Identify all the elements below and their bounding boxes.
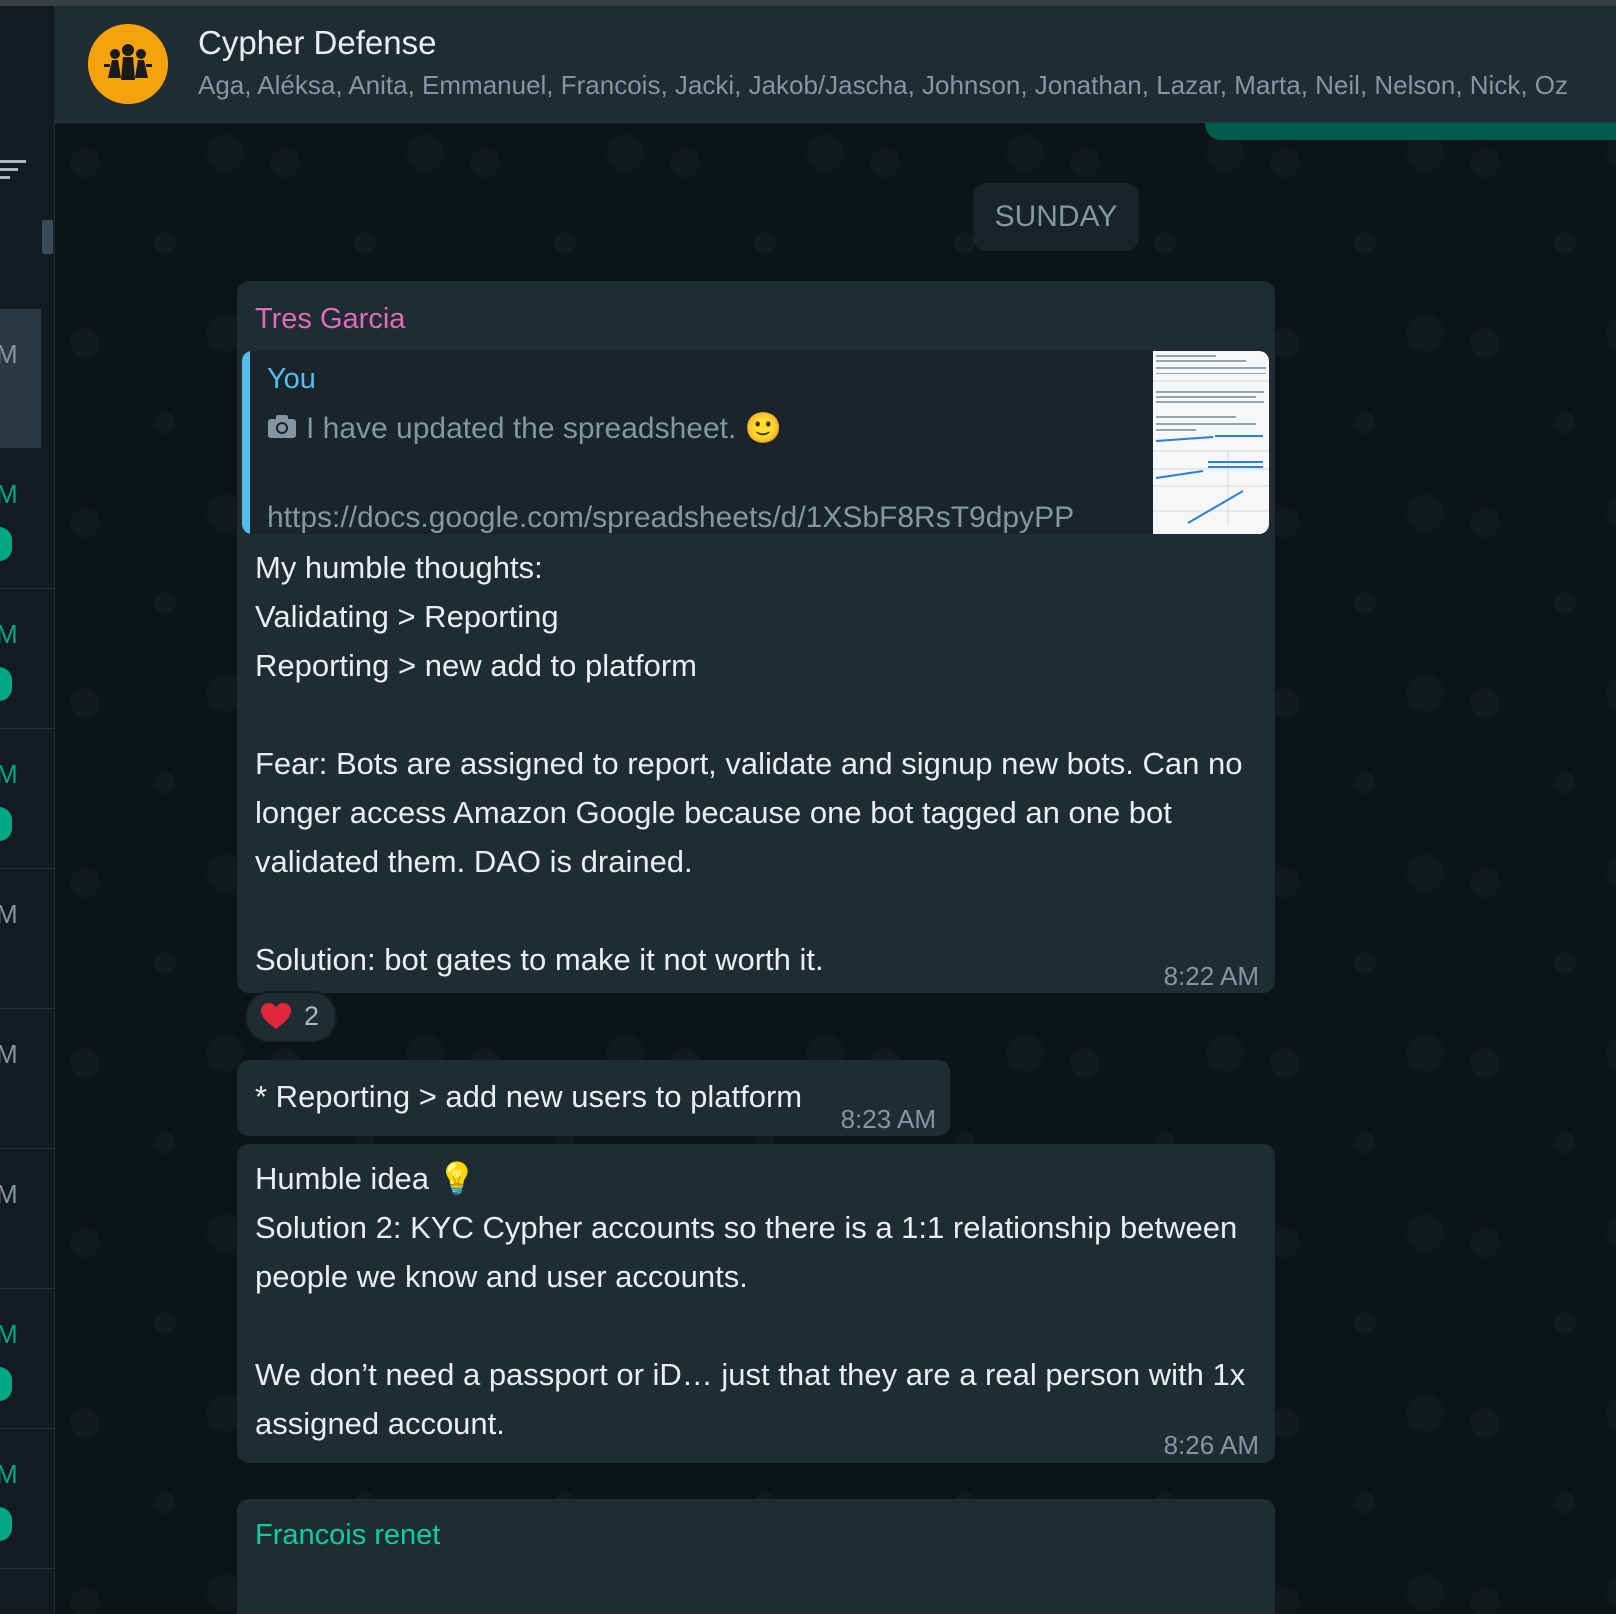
quote-author: You	[267, 363, 316, 395]
unread-badge	[0, 807, 12, 841]
message-text: Humble idea 💡 Solution 2: KYC Cypher acc…	[255, 1161, 1246, 1441]
camera-icon	[267, 413, 297, 444]
unread-badge	[0, 667, 12, 701]
reaction-count: 2	[304, 1001, 320, 1031]
unread-badge	[0, 1507, 12, 1541]
chat-list-time: M	[0, 339, 18, 370]
chat-list-item[interactable]: M	[0, 1149, 54, 1289]
quote-accent-bar	[242, 351, 250, 534]
message-time: 8:23 AM	[840, 1104, 936, 1134]
unread-badge	[0, 1367, 12, 1401]
chat-list-time: M	[0, 619, 18, 650]
chat-list-item[interactable]: M	[0, 729, 54, 869]
message-bubble[interactable]: Humble idea 💡 Solution 2: KYC Cypher acc…	[237, 1144, 1275, 1463]
chat-list-item[interactable]: M	[0, 1289, 54, 1429]
chat-header[interactable]: Cypher Defense Aga, Aléksa, Anita, Emman…	[54, 6, 1616, 123]
chat-list-item[interactable]: M	[0, 1429, 54, 1569]
heart-reaction-icon	[261, 1003, 291, 1035]
quote-text: I have updated the spreadsheet. 🙂	[306, 412, 783, 445]
message-text: * Reporting > add new users to platform	[255, 1079, 803, 1114]
group-avatar-icon[interactable]	[88, 24, 168, 104]
message-time: 8:22 AM	[1163, 961, 1259, 991]
group-name[interactable]: Cypher Defense	[198, 24, 436, 62]
message-bubble[interactable]: * Reporting > add new users to platform …	[237, 1060, 950, 1136]
message-bubble[interactable]: Tres Garcia You I have updated the sprea…	[237, 281, 1275, 993]
message-sender[interactable]: Tres Garcia	[255, 303, 405, 336]
chat-list-time: M	[0, 1039, 18, 1070]
chat-list-sidebar[interactable]: M M M M M M M M M	[0, 6, 55, 1614]
chat-list-item[interactable]: M	[0, 589, 54, 729]
date-separator: SUNDAY	[973, 183, 1139, 251]
chat-list-item[interactable]: M	[0, 449, 54, 589]
outgoing-message-bubble[interactable]	[1205, 123, 1616, 140]
message-sender[interactable]: Francois renet	[255, 1519, 440, 1552]
message-bubble[interactable]: Francois renet	[237, 1499, 1275, 1614]
chat-list-time: M	[0, 1459, 18, 1490]
message-time: 8:26 AM	[1163, 1430, 1259, 1460]
spreadsheet-thumbnail[interactable]	[1153, 351, 1269, 534]
chat-list-item[interactable]: M	[0, 869, 54, 1009]
chat-list-item[interactable]: M	[0, 309, 41, 448]
filter-icon[interactable]	[0, 156, 28, 184]
chat-list-time: M	[0, 1179, 18, 1210]
chat-list-time: M	[0, 899, 18, 930]
quoted-message[interactable]: You I have updated the spreadsheet. 🙂 ht…	[242, 351, 1269, 534]
sidebar-scrollbar[interactable]	[42, 220, 53, 254]
group-members[interactable]: Aga, Aléksa, Anita, Emmanuel, Francois, …	[198, 70, 1568, 101]
chat-list-item[interactable]: M	[0, 1009, 54, 1149]
chat-list-time: M	[0, 479, 18, 510]
unread-badge	[0, 527, 12, 561]
chat-list-time: M	[0, 759, 18, 790]
chat-list-time: M	[0, 1319, 18, 1350]
conversation-panel[interactable]: SUNDAY Tres Garcia You I have updated th…	[55, 123, 1616, 1614]
quote-link: https://docs.google.com/spreadsheets/d/1…	[267, 501, 1075, 534]
message-text: My humble thoughts: Validating > Reporti…	[255, 550, 1243, 977]
reaction-pill[interactable]: 2	[245, 991, 337, 1043]
